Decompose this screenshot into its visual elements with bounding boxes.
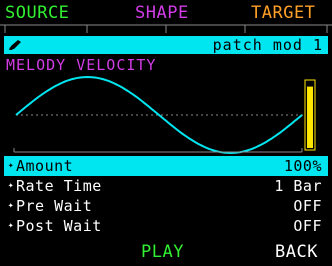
param-value: 1 Bar	[274, 177, 322, 195]
param-label: Pre Wait	[16, 197, 93, 215]
param-row-rate-time[interactable]: ✦ Rate Time 1 Bar	[4, 176, 328, 196]
tab-divider-ruler	[0, 24, 332, 33]
tab-shape[interactable]: SHAPE	[135, 2, 189, 24]
param-row-pre-wait[interactable]: ✦ Pre Wait OFF	[4, 196, 328, 216]
bullet-icon: ✦	[7, 200, 15, 211]
level-meter-fill	[307, 86, 313, 148]
param-value: OFF	[293, 197, 322, 215]
param-value: OFF	[293, 217, 322, 235]
param-label: Post Wait	[16, 217, 102, 235]
bullet-icon: ✦	[7, 160, 15, 171]
tab-target[interactable]: TARGET	[251, 2, 315, 24]
patch-header[interactable]: patch mod 1	[4, 36, 328, 54]
patch-name: patch mod 1	[212, 36, 323, 54]
bullet-icon: ✦	[7, 180, 15, 191]
param-row-amount[interactable]: ✦ Amount 100%	[4, 156, 328, 176]
param-label: Amount	[16, 157, 74, 175]
param-row-post-wait[interactable]: ✦ Post Wait OFF	[4, 216, 328, 236]
waveform-display	[13, 75, 316, 155]
pencil-icon	[9, 40, 21, 50]
param-value: 100%	[283, 157, 322, 175]
sine-wave	[15, 75, 303, 155]
back-button[interactable]: BACK	[275, 241, 318, 263]
bullet-icon: ✦	[7, 220, 15, 231]
param-label: Rate Time	[16, 177, 102, 195]
play-button[interactable]: PLAY	[141, 241, 184, 263]
tab-source[interactable]: SOURCE	[5, 2, 69, 24]
